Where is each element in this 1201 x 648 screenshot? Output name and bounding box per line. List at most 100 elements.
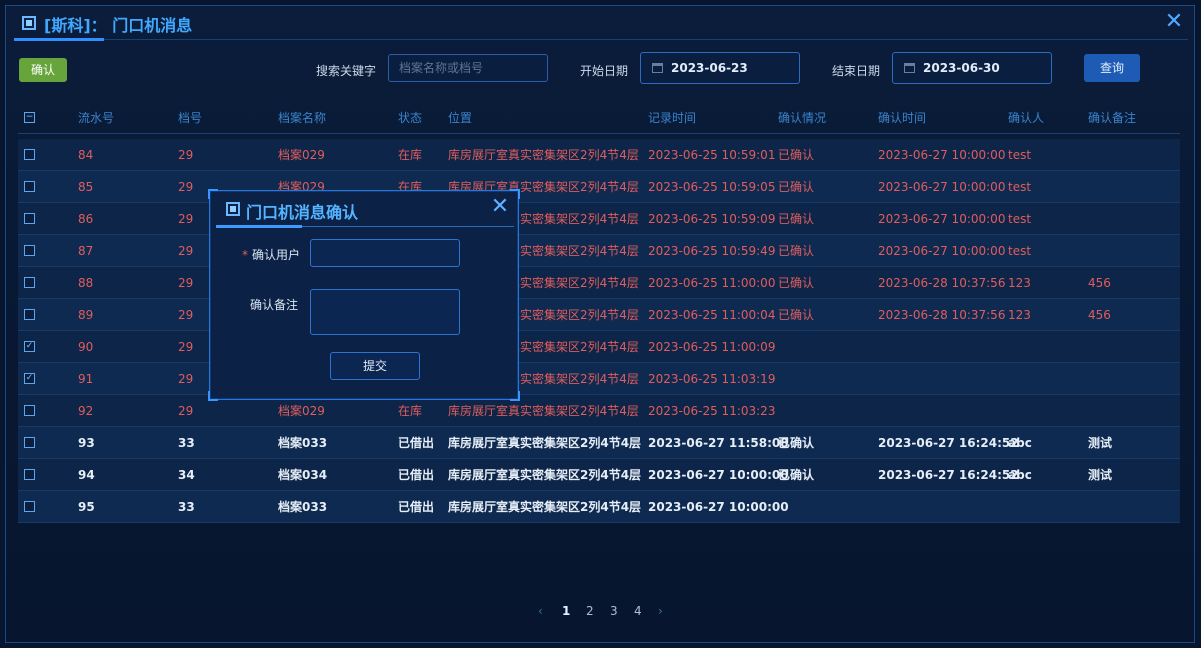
start-date-label: 开始日期 <box>580 64 629 78</box>
table-cell: 91 <box>78 372 94 386</box>
column-header: 确认情况 <box>778 111 827 125</box>
confirm-remark-label: 确认备注 <box>250 298 299 312</box>
table-row[interactable]: 84 29 档案029 在库 库房展厅室真实密集架区2列4节4层 2023-06-25 1… <box>18 139 1180 171</box>
table-cell: 档案029 <box>278 148 325 162</box>
submit-button[interactable]: 提交 <box>330 352 420 380</box>
table-row[interactable]: 8629档案029在库库房展厅室真实密集架区2列4节4层2023-06-25 1… <box>18 203 1180 235</box>
table-row[interactable]: 8929档案029在库库房展厅室真实密集架区2列4节4层2023-06-25 1… <box>18 299 1180 331</box>
dialog-title: 门口机消息确认 <box>246 203 359 222</box>
table-cell: 29 <box>178 244 194 258</box>
end-date-picker[interactable]: 2023-06-30 <box>892 52 1052 84</box>
page-4-button[interactable]: 4 <box>634 604 642 618</box>
dialog-close-icon[interactable]: ✕ <box>490 196 510 218</box>
dialog-title-highlight <box>216 225 302 228</box>
page-2-button[interactable]: 2 <box>586 604 594 618</box>
table-row[interactable]: 93 33 档案033 已借出 库房展厅室真实密集架区2列4节4层 2023-06-27 … <box>18 427 1180 459</box>
title-divider <box>14 39 1188 40</box>
table-row[interactable]: 8729档案029在库库房展厅室真实密集架区2列4节4层2023-06-25 1… <box>18 235 1180 267</box>
row-checkbox[interactable] <box>24 469 35 480</box>
table-row[interactable]: ✓9029档案029在库库房展厅室真实密集架区2列4节4层2023-06-25 … <box>18 331 1180 363</box>
table-cell: 测试 <box>1088 436 1113 450</box>
close-icon[interactable]: ✕ <box>1164 11 1184 33</box>
row-checkbox[interactable] <box>24 245 35 256</box>
dialog-corner <box>510 189 520 199</box>
table-cell: 2023-06-28 10:37:56 <box>878 276 1006 290</box>
table-cell: 档案033 <box>278 500 328 514</box>
table-cell: 2023-06-27 16:24:52 <box>878 468 1019 482</box>
column-header: 状态 <box>398 111 423 125</box>
row-checkbox[interactable]: ✓ <box>24 341 35 352</box>
table-row[interactable]: ✓9129档案029在库库房展厅室真实密集架区2列4节4层2023-06-25 … <box>18 363 1180 395</box>
table-cell: 已确认 <box>778 180 815 194</box>
table-cell: 29 <box>178 404 194 418</box>
table-cell: 档案034 <box>278 468 328 482</box>
table-cell: test <box>1008 244 1032 258</box>
table-cell: 123 <box>1008 308 1031 322</box>
column-header: 流水号 <box>78 111 115 125</box>
confirm-user-input[interactable] <box>310 239 460 267</box>
table-cell: 29 <box>178 372 194 386</box>
search-input[interactable]: 档案名称或档号 <box>388 54 548 82</box>
table-cell: 33 <box>178 500 195 514</box>
window-titlebar: [斯科]： 门口机消息 ✕ <box>6 6 1194 41</box>
table-cell: 2023-06-27 10:00:00 <box>878 148 1006 162</box>
table-cell: 84 <box>78 148 94 162</box>
title-square-icon <box>22 16 36 30</box>
row-checkbox[interactable] <box>24 405 35 416</box>
table-cell: 2023-06-27 10:00:00 <box>878 212 1006 226</box>
confirm-user-label: * 确认用户 <box>242 246 300 263</box>
row-checkbox[interactable] <box>24 277 35 288</box>
column-header: 确认时间 <box>878 111 927 125</box>
row-checkbox[interactable] <box>24 501 35 512</box>
table-cell: 88 <box>78 276 94 290</box>
end-date-label: 结束日期 <box>832 64 881 78</box>
table-cell: 已确认 <box>778 148 815 162</box>
table-cell: 已确认 <box>778 436 815 450</box>
column-header: 确认备注 <box>1088 111 1137 125</box>
title-divider-highlight <box>14 38 104 41</box>
prev-page-button[interactable]: ‹ <box>538 604 543 618</box>
row-checkbox[interactable] <box>24 149 35 160</box>
table-cell: 库房展厅室真实密集架区2列4节4层 <box>448 148 639 162</box>
next-page-button[interactable]: › <box>658 604 663 618</box>
row-checkbox[interactable] <box>24 213 35 224</box>
table-row[interactable]: 95 33 档案033 已借出 库房展厅室真实密集架区2列4节4层 2023-06-27 … <box>18 491 1180 523</box>
table-row[interactable]: 8829档案029在库库房展厅室真实密集架区2列4节4层2023-06-25 1… <box>18 267 1180 299</box>
table-cell: 2023-06-27 11:58:08 <box>648 436 789 450</box>
window-title: [斯科]： 门口机消息 <box>44 16 193 35</box>
row-checkbox[interactable] <box>24 309 35 320</box>
select-all-checkbox[interactable]: − <box>24 112 35 123</box>
row-checkbox[interactable]: ✓ <box>24 373 35 384</box>
table-cell: 89 <box>78 308 94 322</box>
table-cell: 2023-06-25 11:03:19 <box>648 372 776 386</box>
table-cell: abc <box>1008 436 1032 450</box>
table-cell: 29 <box>178 148 194 162</box>
table-row[interactable]: 94 34 档案034 已借出 库房展厅室真实密集架区2列4节4层 2023-06-27 … <box>18 459 1180 491</box>
start-date-picker[interactable]: 2023-06-23 <box>640 52 800 84</box>
table-row[interactable]: 85 29 档案029 在库 库房展厅室真实密集架区2列4节4层 2023-06-25 1… <box>18 171 1180 203</box>
table-cell: 95 <box>78 500 95 514</box>
dialog-corner <box>208 391 218 401</box>
confirm-button[interactable]: 确认 <box>19 58 67 82</box>
table-cell: 档案033 <box>278 436 328 450</box>
dialog-square-icon <box>226 202 240 216</box>
page-1-button[interactable]: 1 <box>562 604 570 618</box>
table-cell: 2023-06-27 10:00:00 <box>648 468 789 482</box>
row-checkbox[interactable] <box>24 181 35 192</box>
table-cell: 库房展厅室真实密集架区2列4节4层 <box>448 436 642 450</box>
table-cell: 2023-06-27 10:00:00 <box>878 180 1006 194</box>
dialog-corner <box>510 391 520 401</box>
table-cell: 已借出 <box>398 468 435 482</box>
confirm-remark-textarea[interactable] <box>310 289 460 335</box>
table-cell: 2023-06-28 10:37:56 <box>878 308 1006 322</box>
query-button[interactable]: 查询 <box>1084 54 1140 82</box>
page-3-button[interactable]: 3 <box>610 604 618 618</box>
table-cell: 2023-06-27 16:24:52 <box>878 436 1019 450</box>
table-cell: test <box>1008 212 1032 226</box>
row-checkbox[interactable] <box>24 437 35 448</box>
table-cell: 库房展厅室真实密集架区2列4节4层 <box>448 500 642 514</box>
table-row[interactable]: 92 29 档案029 在库 库房展厅室真实密集架区2列4节4层 2023-06-25 1… <box>18 395 1180 427</box>
table-cell: 94 <box>78 468 95 482</box>
message-window: [斯科]： 门口机消息 ✕ 确认 搜索关键字 档案名称或档号 开始日期 2023… <box>5 5 1195 643</box>
table-cell: 已确认 <box>778 276 815 290</box>
